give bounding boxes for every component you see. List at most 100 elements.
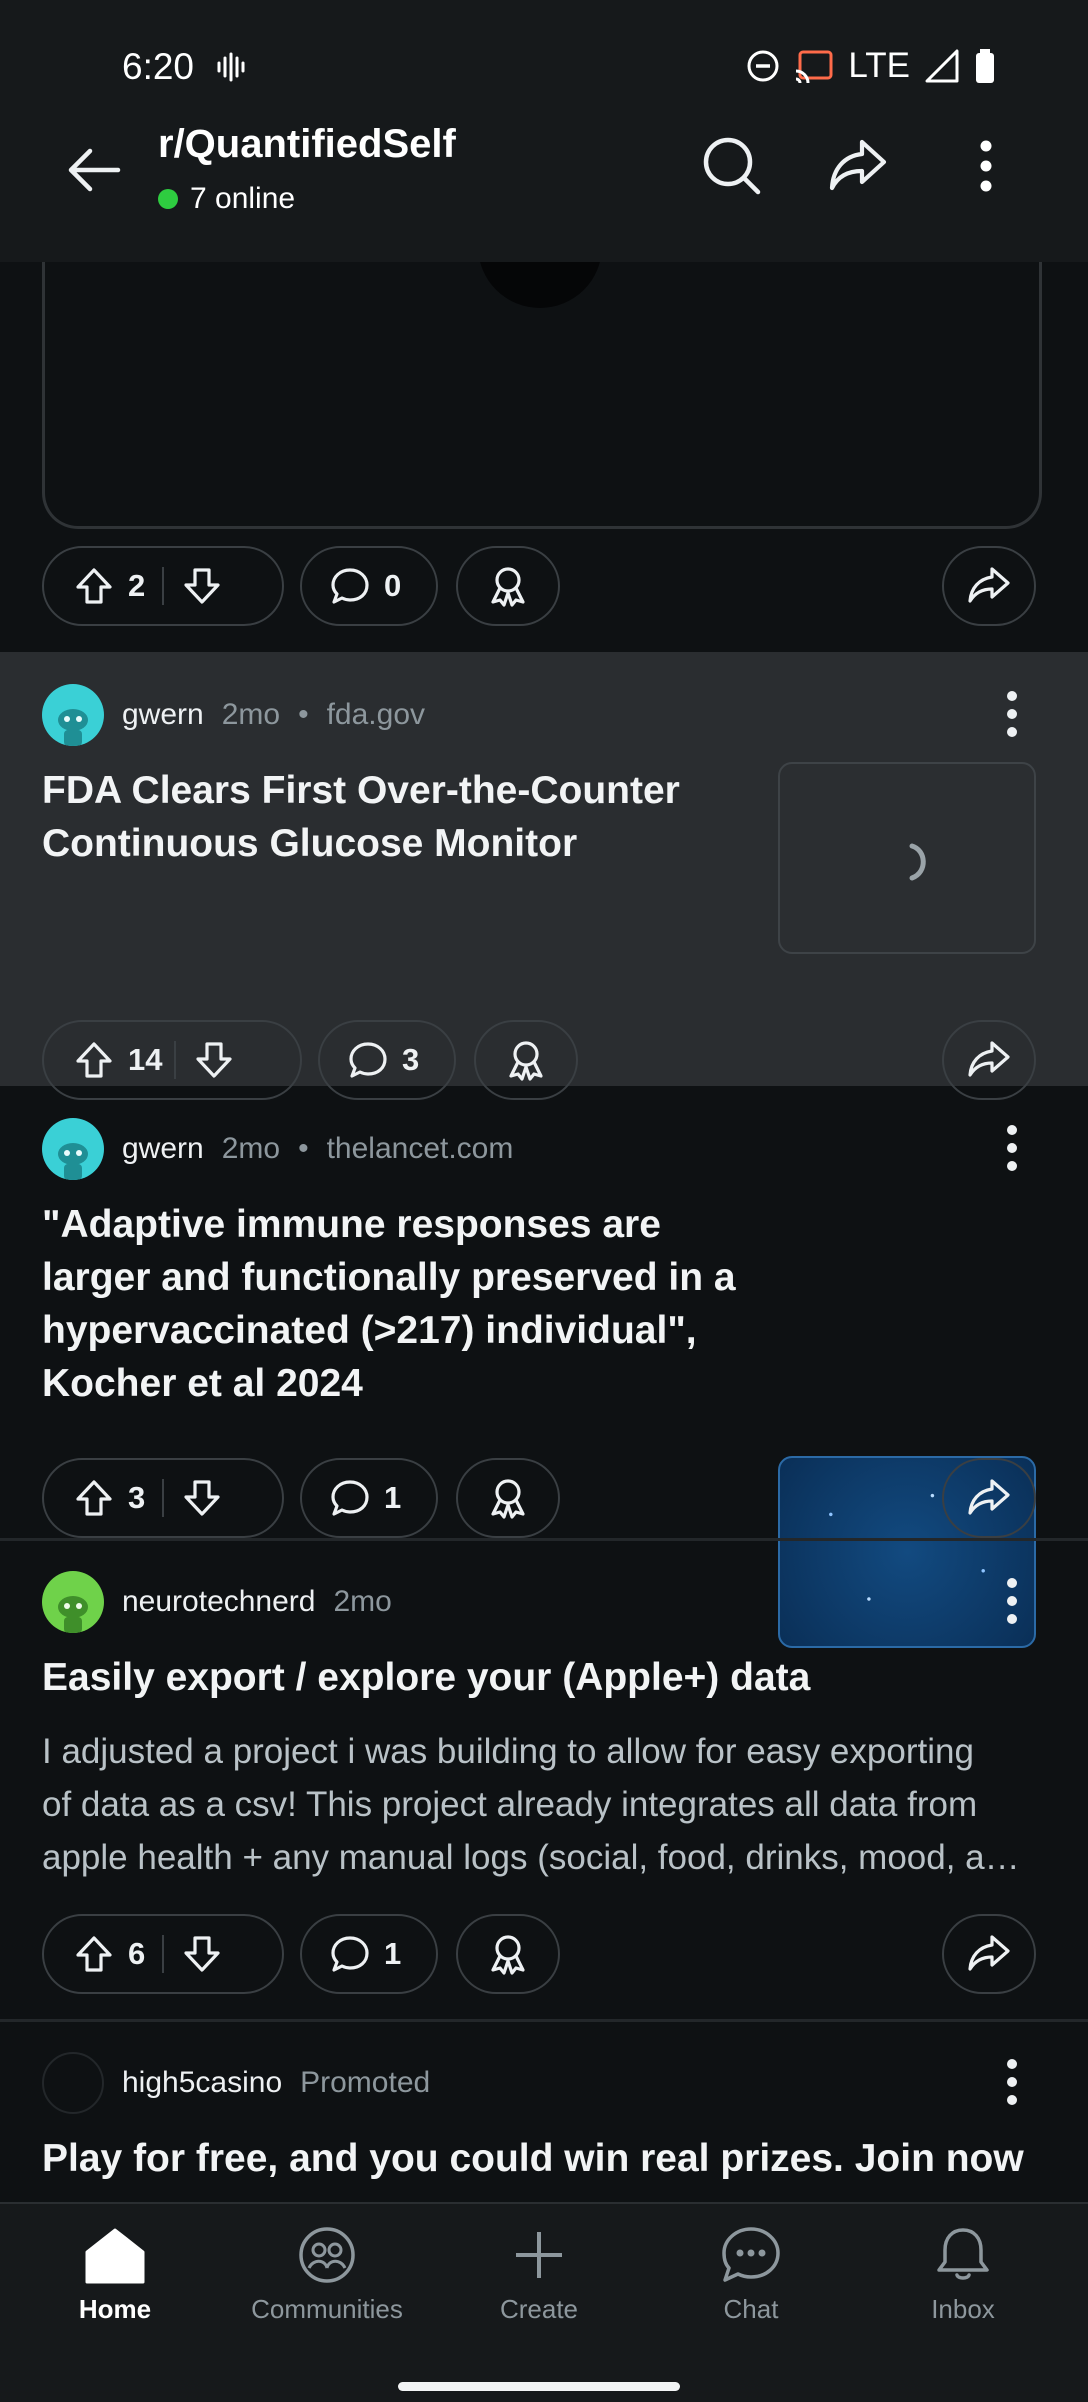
- online-count: 7 online: [158, 182, 295, 216]
- post-body-preview[interactable]: I adjusted a project i was building to a…: [42, 1725, 1042, 1884]
- back-arrow-icon[interactable]: [64, 140, 124, 200]
- vote-divider: [162, 1479, 164, 1517]
- post-title[interactable]: "Adaptive immune responses are larger an…: [42, 1198, 736, 1410]
- comments-button[interactable]: 1: [300, 1914, 438, 1994]
- advertiser-avatar[interactable]: [42, 2052, 104, 2114]
- upvote-count: 6: [128, 1936, 146, 1971]
- post-meta: high5casino Promoted: [42, 2052, 430, 2114]
- post-card[interactable]: neurotechnerd 2mo Easily export / explor…: [0, 1541, 1088, 2021]
- share-icon: [968, 1479, 1010, 1515]
- avatar[interactable]: [42, 1571, 104, 1633]
- avatar[interactable]: [42, 684, 104, 746]
- downvote-icon[interactable]: [182, 566, 222, 606]
- share-button[interactable]: [942, 1458, 1036, 1538]
- comment-count: 3: [402, 1042, 420, 1077]
- meta-separator: •: [298, 698, 309, 731]
- overflow-menu-icon[interactable]: [968, 134, 1004, 198]
- comments-button[interactable]: 0: [300, 546, 438, 626]
- cast-icon: [796, 50, 833, 83]
- vote-divider: [162, 1935, 164, 1973]
- upvote-icon[interactable]: [74, 1478, 114, 1518]
- avatar[interactable]: [42, 1118, 104, 1180]
- comment-count: 0: [384, 568, 402, 603]
- post-overflow-icon[interactable]: [1000, 2056, 1024, 2108]
- subreddit-title[interactable]: r/QuantifiedSelf: [158, 122, 456, 167]
- comments-button[interactable]: 1: [300, 1458, 438, 1538]
- vote-control[interactable]: 3: [42, 1458, 284, 1538]
- gesture-home-indicator[interactable]: [398, 2382, 680, 2391]
- share-button[interactable]: [942, 546, 1036, 626]
- comment-icon: [349, 1042, 387, 1078]
- post-title[interactable]: Play for free, and you could win real pr…: [42, 2132, 1024, 2185]
- search-icon[interactable]: [700, 134, 764, 198]
- title-line: Play for free, and you could win real pr…: [42, 2137, 1024, 2180]
- post-overflow-icon[interactable]: [1000, 1575, 1024, 1627]
- share-icon: [968, 1935, 1010, 1971]
- nav-inbox[interactable]: Inbox: [888, 2226, 1038, 2325]
- nav-label: Inbox: [931, 2294, 995, 2324]
- bottom-navigation: Home Communities Create Chat Inbox: [0, 2202, 1088, 2402]
- post-actions: 6 1: [42, 1914, 1036, 1998]
- post-domain[interactable]: fda.gov: [327, 698, 425, 732]
- award-button[interactable]: [456, 1458, 560, 1538]
- advertiser-name[interactable]: high5casino: [122, 2066, 282, 2100]
- share-icon[interactable]: [826, 134, 890, 198]
- body-line: of data as a csv! This project already i…: [42, 1785, 978, 1824]
- post-overflow-icon[interactable]: [1000, 1122, 1024, 1174]
- post-feed[interactable]: 2 0 gwern 2mo • fda.gov FDA Clears First…: [0, 262, 1088, 2202]
- title-line: "Adaptive immune responses are: [42, 1203, 661, 1246]
- share-button[interactable]: [942, 1914, 1036, 1994]
- comment-count: 1: [384, 1480, 402, 1515]
- nav-communities[interactable]: Communities: [251, 2226, 403, 2325]
- promoted-label: Promoted: [300, 2066, 431, 2099]
- comment-count: 1: [384, 1936, 402, 1971]
- link-thumbnail[interactable]: [778, 762, 1036, 954]
- upvote-count: 2: [128, 568, 146, 603]
- title-line: larger and functionally preserved in a: [42, 1256, 736, 1299]
- post-meta: gwern 2mo • thelancet.com: [42, 1118, 513, 1180]
- post-age: 2mo: [221, 1132, 281, 1165]
- title-line: hypervaccinated (>217) individual",: [42, 1309, 697, 1352]
- comment-icon: [331, 568, 369, 604]
- award-button[interactable]: [456, 1914, 560, 1994]
- post-card[interactable]: gwern 2mo • thelancet.com "Adaptive immu…: [0, 1086, 1088, 1648]
- post-author[interactable]: neurotechnerd: [122, 1585, 315, 1619]
- snoo-avatar-icon: [58, 1596, 88, 1633]
- award-icon: [491, 567, 525, 607]
- post-age: 2mo: [333, 1585, 392, 1618]
- downvote-icon[interactable]: [194, 1040, 234, 1080]
- vote-control[interactable]: 6: [42, 1914, 284, 1994]
- post-overflow-icon[interactable]: [1000, 688, 1024, 740]
- post-title[interactable]: Easily export / explore your (Apple+) da…: [42, 1651, 810, 1704]
- downvote-icon[interactable]: [182, 1934, 222, 1974]
- post-title[interactable]: FDA Clears First Over-the-Counter Contin…: [42, 764, 680, 870]
- chat-icon: [722, 2227, 780, 2282]
- nav-home[interactable]: Home: [40, 2226, 190, 2325]
- nav-create[interactable]: Create: [464, 2226, 614, 2325]
- upvote-count: 3: [128, 1480, 146, 1515]
- post-author[interactable]: gwern: [122, 1132, 204, 1166]
- snoo-avatar-icon: [58, 709, 88, 746]
- title-line: FDA Clears First Over-the-Counter: [42, 769, 680, 812]
- post-author[interactable]: gwern: [122, 698, 204, 732]
- upvote-icon[interactable]: [74, 1040, 114, 1080]
- nav-label: Create: [499, 2294, 579, 2324]
- promoted-post-card[interactable]: high5casino Promoted Play for free, and …: [0, 2022, 1088, 2202]
- upvote-icon[interactable]: [74, 566, 114, 606]
- post-domain[interactable]: thelancet.com: [327, 1132, 514, 1166]
- award-button[interactable]: [456, 546, 560, 626]
- vote-control[interactable]: 2: [42, 546, 284, 626]
- upvote-icon[interactable]: [74, 1934, 114, 1974]
- comment-icon: [331, 1480, 369, 1516]
- body-line: apple health + any manual logs (social, …: [42, 1838, 1020, 1877]
- post-card[interactable]: gwern 2mo • fda.gov FDA Clears First Ove…: [0, 652, 1088, 1100]
- downvote-icon[interactable]: [182, 1478, 222, 1518]
- dnd-icon: [747, 50, 779, 82]
- post-card[interactable]: 2 0: [0, 262, 1088, 652]
- meta-separator: •: [298, 1132, 309, 1165]
- post-age: 2mo: [221, 698, 281, 731]
- post-actions: 3 1: [42, 1458, 1036, 1542]
- signal-icon: [925, 49, 959, 83]
- nav-chat[interactable]: Chat: [676, 2226, 826, 2325]
- award-icon: [491, 1935, 525, 1975]
